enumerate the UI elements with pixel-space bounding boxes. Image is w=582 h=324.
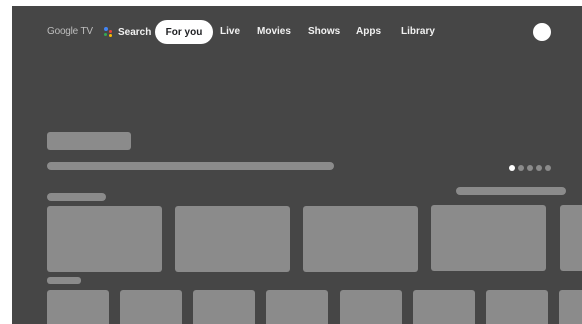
tab-apps[interactable]: Apps [356, 26, 381, 37]
carousel-dots [509, 165, 551, 171]
hero-description-placeholder [47, 162, 334, 170]
tab-library[interactable]: Library [401, 26, 435, 37]
tab-for-you[interactable]: For you [155, 20, 213, 44]
carousel-dot[interactable] [518, 165, 524, 171]
content-card[interactable] [486, 290, 548, 324]
content-card[interactable] [175, 206, 290, 272]
content-card[interactable] [413, 290, 475, 324]
carousel-dot[interactable] [536, 165, 542, 171]
carousel-dot[interactable] [527, 165, 533, 171]
content-card[interactable] [47, 206, 162, 272]
row-title-placeholder [47, 193, 106, 201]
content-card[interactable] [560, 205, 582, 271]
avatar[interactable] [533, 23, 551, 41]
content-card[interactable] [431, 205, 546, 271]
content-card[interactable] [193, 290, 255, 324]
tv-screen: Google TV Search For you Live Movies Sho… [12, 6, 582, 324]
content-card[interactable] [340, 290, 402, 324]
google-tv-logo: Google TV [47, 26, 93, 37]
tab-for-you-label: For you [165, 26, 203, 38]
tab-movies[interactable]: Movies [257, 26, 291, 37]
content-card[interactable] [47, 290, 109, 324]
mic-icon [103, 26, 115, 38]
nav-search[interactable]: Search [103, 21, 151, 43]
row-title-placeholder [47, 277, 81, 284]
nav-search-label: Search [118, 26, 152, 38]
content-card[interactable] [266, 290, 328, 324]
content-card[interactable] [303, 206, 418, 272]
row-meta-placeholder [456, 187, 566, 195]
tab-shows[interactable]: Shows [308, 26, 340, 37]
carousel-dot[interactable] [509, 165, 515, 171]
content-card[interactable] [559, 290, 582, 324]
content-card[interactable] [120, 290, 182, 324]
hero-title-placeholder [47, 132, 131, 150]
carousel-dot[interactable] [545, 165, 551, 171]
tab-live[interactable]: Live [220, 26, 240, 37]
